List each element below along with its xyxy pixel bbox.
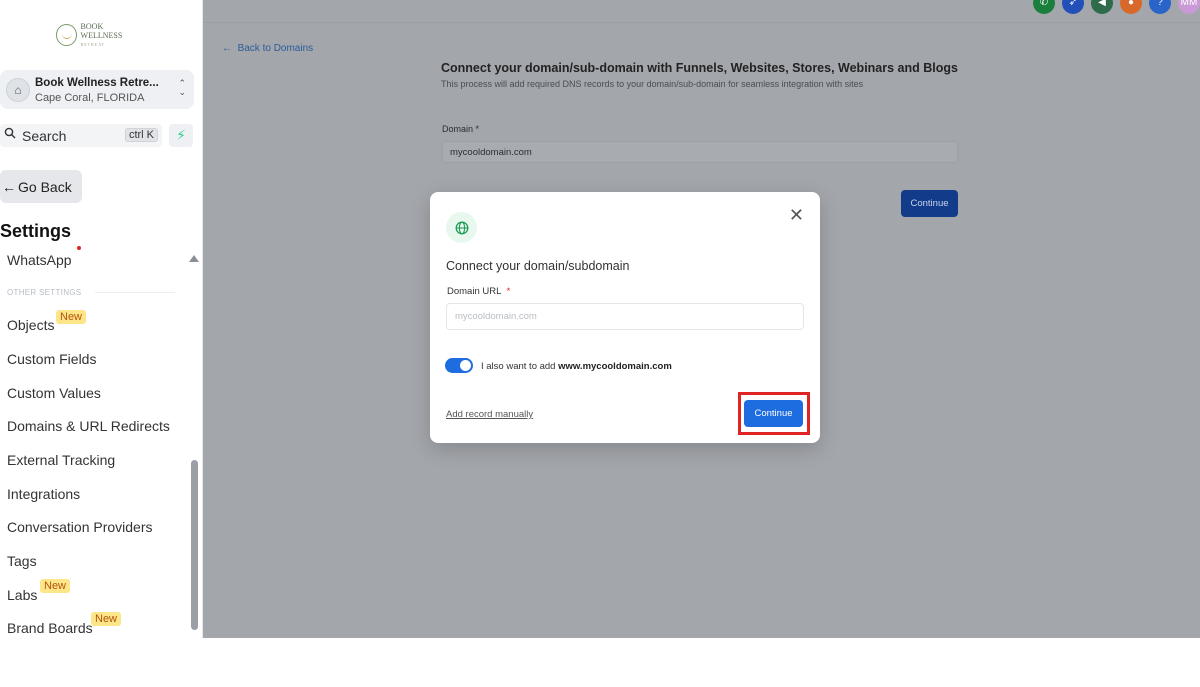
- globe-icon: [446, 212, 477, 243]
- new-badge: New: [40, 579, 71, 593]
- search-label: Search: [22, 128, 67, 144]
- bell-icon[interactable]: ●: [1120, 0, 1142, 14]
- sidebar-item-external-tracking[interactable]: External Tracking: [7, 452, 115, 468]
- required-asterisk: *: [475, 124, 480, 134]
- arrow-left-icon: ←: [2, 178, 16, 195]
- logo-line2: RETREAT: [80, 41, 106, 47]
- new-badge: New: [56, 310, 87, 324]
- arrow-left-icon: ←: [222, 43, 238, 54]
- domain-url-label-text: Domain URL: [447, 286, 502, 297]
- continue-button[interactable]: Continue: [744, 400, 803, 427]
- search-button[interactable]: Search ctrl K: [0, 124, 162, 147]
- logo-mark-icon: [56, 24, 77, 46]
- location-avatar-icon: ⌂: [6, 78, 30, 102]
- notification-dot: [77, 246, 81, 250]
- page-title: Connect your domain/sub-domain with Funn…: [441, 61, 958, 75]
- phone-icon[interactable]: ✆: [1033, 0, 1055, 14]
- domain-input[interactable]: mycooldomain.com: [442, 141, 958, 163]
- close-icon[interactable]: ✕: [789, 206, 804, 224]
- account-name: Book Wellness Retre...: [35, 77, 159, 89]
- sidebar-item-brand-boards[interactable]: Brand Boards: [7, 620, 93, 636]
- sidebar-item-custom-values[interactable]: Custom Values: [7, 385, 101, 401]
- add-www-prefix: I also want to add: [481, 361, 556, 372]
- add-www-domain: www.mycooldomain.com: [558, 361, 672, 372]
- avatar[interactable]: MM: [1178, 0, 1200, 14]
- domain-label-text: Domain: [442, 124, 474, 134]
- account-location: Cape Coral, FLORIDA: [35, 92, 145, 104]
- go-back-button[interactable]: ← Go Back: [0, 170, 82, 203]
- sidebar-item-labs[interactable]: Labs: [7, 587, 37, 603]
- chevron-up-down-icon: ⌃ ⌄: [178, 78, 186, 97]
- sidebar-item-whatsapp[interactable]: WhatsApp: [7, 252, 72, 268]
- scroll-up-arrow-icon[interactable]: [189, 255, 199, 262]
- page-subtitle: This process will add required DNS recor…: [441, 79, 864, 89]
- page-continue-button[interactable]: Continue: [901, 190, 958, 217]
- domain-label: Domain *: [442, 124, 479, 134]
- other-settings-heading: OTHER SETTINGS: [7, 288, 82, 297]
- add-www-label: I also want to add www.mycooldomain.com: [481, 361, 672, 372]
- back-to-domains-label: Back to Domains: [237, 43, 314, 54]
- account-switcher[interactable]: ⌂ Book Wellness Retre... Cape Coral, FLO…: [0, 70, 194, 109]
- sidebar-item-conversation-providers[interactable]: Conversation Providers: [7, 519, 153, 535]
- connect-domain-modal: ✕ Connect your domain/subdomain Domain U…: [430, 192, 820, 443]
- sidebar: BOOK WELLNESS RETREAT ⌂ Book Wellness Re…: [0, 0, 203, 638]
- settings-title: Settings: [0, 221, 72, 241]
- add-www-toggle[interactable]: [445, 358, 473, 373]
- sidebar-item-integrations[interactable]: Integrations: [7, 486, 80, 502]
- megaphone-icon[interactable]: ◀: [1091, 0, 1113, 14]
- brand-logo[interactable]: BOOK WELLNESS RETREAT: [56, 22, 142, 48]
- sidebar-item-objects[interactable]: Objects: [7, 317, 54, 333]
- rocket-icon[interactable]: ➶: [1062, 0, 1084, 14]
- modal-title: Connect your domain/subdomain: [446, 259, 630, 273]
- sidebar-item-tags[interactable]: Tags: [7, 553, 37, 569]
- search-shortcut: ctrl K: [124, 128, 158, 142]
- divider: [95, 292, 175, 293]
- required-asterisk: *: [506, 286, 511, 297]
- go-back-label: Go Back: [18, 178, 72, 195]
- sidebar-scrollbar[interactable]: [191, 460, 198, 630]
- header-divider: [203, 22, 1200, 23]
- domain-url-label: Domain URL *: [447, 286, 510, 297]
- help-icon[interactable]: ?: [1149, 0, 1171, 14]
- new-badge: New: [91, 612, 122, 626]
- sidebar-item-domains[interactable]: Domains & URL Redirects: [7, 418, 170, 434]
- quick-actions-bolt-icon[interactable]: ⚡: [169, 124, 193, 147]
- add-record-manually-link[interactable]: Add record manually: [446, 409, 533, 420]
- sidebar-item-custom-fields[interactable]: Custom Fields: [7, 351, 96, 367]
- domain-url-input[interactable]: [446, 303, 804, 330]
- back-to-domains-link[interactable]: ← Back to Domains: [222, 43, 313, 54]
- logo-line1: BOOK WELLNESS: [80, 21, 123, 40]
- search-icon: [4, 127, 16, 142]
- header-icons: ✆ ➶ ◀ ● ? MM: [1033, 0, 1200, 14]
